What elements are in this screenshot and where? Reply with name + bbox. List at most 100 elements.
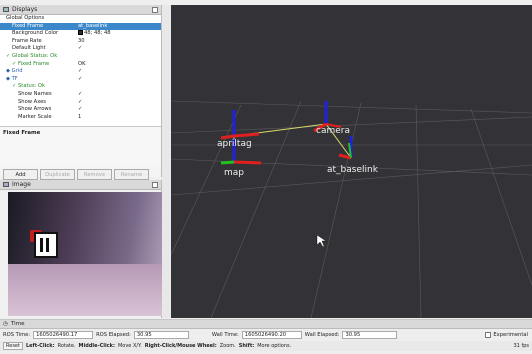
tree-row[interactable]: ✓ Fixed Frame OK [0,61,161,69]
apriltag-marker [34,232,58,258]
left-click-key: Left-Click: [25,343,55,349]
tree-row-key: ◆ Grid [6,68,23,75]
displays-panel: Displays Global Options Fixed Frame at_bas… [0,5,162,180]
tree-row-key: Frame Rate [12,37,42,44]
tree-row-key: Marker Scale [18,113,52,120]
color-swatch [78,30,83,36]
tree-row[interactable]: Show Arrows ✓ [0,106,161,114]
label-map: map [224,168,244,178]
tree-row-key: Global Options [6,15,45,21]
ros-time-label: ROS Time: [3,332,31,338]
image-panel: Image [0,180,162,318]
tree-row-value[interactable]: ✓ [78,106,161,114]
tree-row-key: Default Light [12,45,46,52]
image-title-bar: Image [0,180,161,190]
label-camera: camera [316,126,350,136]
tree-row-value[interactable]: ✓ [78,76,161,84]
ros-time-field[interactable]: 1605026490.17 [33,331,94,339]
status-bar: Reset Left-Click: Rotate. Middle-Click: … [0,341,532,351]
tree-row-key: ✓ Global Status: Ok [6,52,58,59]
tree-row-value[interactable]: at_baselink [78,23,161,31]
scene-svg[interactable]: apriltag camera map at_baselink [171,5,532,318]
floor [8,264,162,316]
tree-row[interactable]: Show Axes ✓ [0,99,161,107]
label-at-baselink: at_baselink [327,165,379,175]
tree-row[interactable]: Background Color 48; 48; 48 [0,30,161,38]
right-click-key: Right-Click/Mouse Wheel: [144,343,217,349]
displays-title-bar: Displays [0,5,161,15]
displays-tree[interactable]: Global Options Fixed Frame at_baselink Back… [0,15,161,127]
time-title: Time [10,321,25,327]
time-title-bar: ◷ Time [0,320,532,329]
reset-button[interactable]: Reset [3,342,23,350]
frame-apriltag [220,110,260,140]
rename-button[interactable]: Rename [114,169,149,180]
tree-row-value[interactable]: ✓ [78,45,161,53]
wall-elapsed-field[interactable]: 30.95 [342,331,398,339]
fps-readout: 31 fps [513,343,530,349]
image-icon [3,182,9,187]
time-fields: ROS Time: 1605026490.17 ROS Elapsed: 30.… [0,329,532,341]
shift-text: More options. [257,343,292,349]
tree-row-value[interactable]: 30 [78,38,161,46]
tree-row-value[interactable] [78,83,161,91]
clock-icon: ◷ [3,321,8,327]
experimental-toggle[interactable]: Experimental [485,332,528,338]
camera-image [8,192,162,316]
tree-row-key: Show Names [18,90,52,97]
ros-elapsed-label: ROS Elapsed: [96,332,131,338]
tree-row[interactable]: Frame Rate 30 [0,38,161,46]
tree-row-key: ✓ Status: Ok [12,83,46,90]
property-description: Fixed Frame [0,127,161,167]
middle-click-key: Middle-Click: [78,343,115,349]
left-click-text: Rotate. [57,343,76,349]
monitor-icon [3,7,9,12]
image-title: Image [12,181,31,188]
mouse-cursor-icon [316,234,327,248]
tree-row-key: ◆ TF [6,75,18,82]
tree-row-value[interactable]: 1 [78,114,161,122]
tree-row[interactable]: ◆ TF ✓ [0,76,161,84]
right-click-text: Zoom. [219,343,236,349]
tree-row-value[interactable]: ✓ [78,99,161,107]
rviz-window: Displays Global Options Fixed Frame at_bas… [0,0,532,354]
tree-row-key: Show Arrows [18,106,52,113]
wall-time-field[interactable]: 1605026490.20 [241,331,302,339]
tree-row[interactable]: Marker Scale 1 [0,114,161,122]
wall-elapsed-label: Wall Elapsed: [304,332,340,338]
tree-row-value[interactable] [78,15,161,23]
middle-click-text: Move X/Y. [117,343,142,349]
tree-row-value[interactable]: 48; 48; 48 [78,30,161,38]
render-view-3d[interactable]: apriltag camera map at_baselink [171,5,532,318]
tree-row[interactable]: Fixed Frame at_baselink [0,22,161,31]
tree-row-value[interactable]: OK [78,61,161,69]
grid [171,100,532,318]
displays-title: Displays [12,6,38,13]
float-toggle-icon[interactable] [152,181,158,188]
tree-row[interactable]: Show Names ✓ [0,91,161,99]
tree-row-value[interactable]: ✓ [78,68,161,76]
tree-row-value[interactable]: ✓ [78,91,161,99]
add-button[interactable]: Add [3,169,38,180]
time-panel: ◷ Time ROS Time: 1605026490.17 ROS Elaps… [0,319,532,354]
float-toggle-icon[interactable] [152,6,158,13]
duplicate-button[interactable]: Duplicate [40,169,75,180]
description-title: Fixed Frame [3,130,41,136]
experimental-label: Experimental [493,332,528,338]
tree-row[interactable]: ✓ Status: Ok [0,83,161,91]
tree-row-key: Fixed Frame [12,22,44,29]
ros-elapsed-field[interactable]: 30.95 [133,331,189,339]
tree-row-key: Background Color [12,30,59,37]
wall-time-label: Wall Time: [211,332,239,338]
tree-row-key: Show Axes [18,98,46,105]
panel-splitter[interactable] [162,5,171,318]
label-apriltag: apriltag [217,139,252,149]
experimental-checkbox[interactable] [485,332,492,338]
tree-row[interactable]: ◆ Grid ✓ [0,68,161,76]
shift-key: Shift: [238,343,255,349]
tree-row[interactable]: Default Light ✓ [0,45,161,53]
tree-row[interactable]: Global Options [0,15,161,23]
remove-button[interactable]: Remove [77,169,112,180]
tree-row-value[interactable] [78,53,161,61]
tree-row[interactable]: ✓ Global Status: Ok [0,53,161,61]
